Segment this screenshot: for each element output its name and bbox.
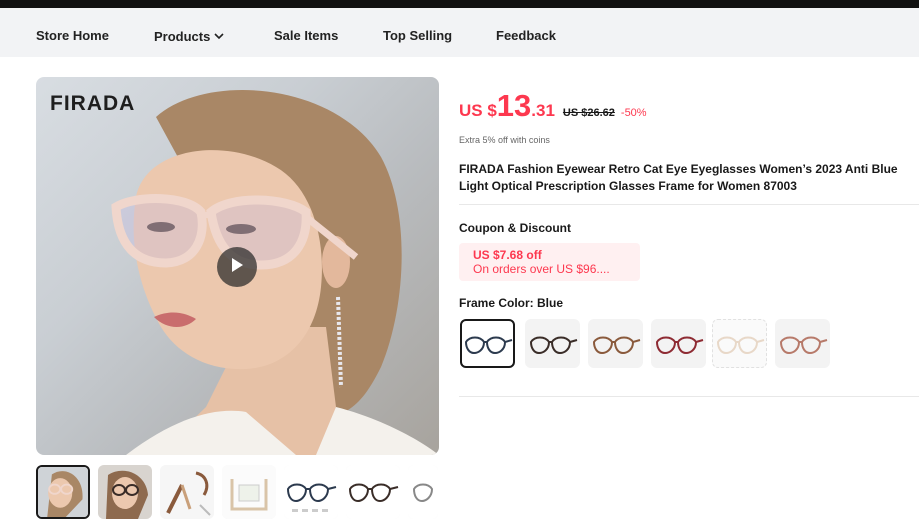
frame-color-swatch[interactable] xyxy=(712,319,767,368)
coins-note: Extra 5% off with coins xyxy=(459,135,550,145)
frame-color-swatch[interactable] xyxy=(588,319,643,368)
divider xyxy=(459,396,919,397)
nav-top-selling-label: Top Selling xyxy=(383,28,453,43)
nav-top-selling[interactable]: Top Selling xyxy=(383,28,452,43)
thumbnail-3[interactable] xyxy=(160,465,214,519)
glasses-frame-icon xyxy=(464,336,512,354)
chevron-down-icon xyxy=(214,28,224,43)
nav-store-home[interactable]: Store Home xyxy=(36,28,109,43)
price-row: US $13.31 US $26.62 -50% xyxy=(459,88,647,124)
coupon-heading: Coupon & Discount xyxy=(459,221,571,235)
glasses-frame-icon xyxy=(529,336,577,354)
frame-color-swatch[interactable] xyxy=(651,319,706,368)
nav-products[interactable]: Products xyxy=(154,28,224,44)
product-title: FIRADA Fashion Eyewear Retro Cat Eye Eye… xyxy=(459,162,898,193)
nav-sale-items[interactable]: Sale Items xyxy=(274,28,338,43)
thumbnail-7-partial[interactable] xyxy=(408,465,438,519)
price-integer: 13 xyxy=(496,88,532,123)
divider xyxy=(459,204,919,205)
thumbnail-frame-image xyxy=(346,465,400,519)
frame-color-swatch[interactable] xyxy=(525,319,580,368)
nav-products-label: Products xyxy=(154,29,211,44)
play-video-button[interactable] xyxy=(217,247,257,287)
discount-badge: -50% xyxy=(620,107,647,119)
thumbnail-model-image xyxy=(38,467,88,517)
frame-color-swatch[interactable] xyxy=(775,319,830,368)
glasses-frame-icon xyxy=(592,336,640,354)
glasses-frame-icon xyxy=(655,336,703,354)
main-product-image[interactable]: FIRADA xyxy=(36,77,439,455)
thumbnail-5[interactable] xyxy=(284,465,338,519)
thumbnail-4[interactable] xyxy=(222,465,276,519)
price-decimal: .31 xyxy=(531,101,555,120)
frame-color-heading: Frame Color: Blue xyxy=(459,296,564,310)
nav-feedback-label: Feedback xyxy=(496,28,556,43)
top-black-bar xyxy=(0,0,919,8)
nav-store-home-label: Store Home xyxy=(36,28,109,43)
coupon-card[interactable]: US $7.68 off On orders over US $96.... xyxy=(459,243,640,281)
price-currency: US $ xyxy=(459,101,497,120)
thumbnail-model-image xyxy=(98,465,152,519)
thumbnail-6[interactable] xyxy=(346,465,400,519)
thumbnail-frame-colors-image xyxy=(284,465,338,519)
nav-sale-items-label: Sale Items xyxy=(274,28,339,43)
frame-color-swatch[interactable] xyxy=(460,319,515,368)
glasses-frame-icon xyxy=(716,336,764,354)
thumbnail-1[interactable] xyxy=(36,465,90,519)
glasses-frame-icon xyxy=(779,336,827,354)
coupon-condition: On orders over US $96.... xyxy=(473,262,610,276)
thumbnail-frame-image xyxy=(408,465,438,519)
thumbnail-hinge-detail-image xyxy=(160,465,214,519)
play-icon xyxy=(230,257,244,278)
nav-feedback[interactable]: Feedback xyxy=(496,28,556,43)
original-price: US $26.62 xyxy=(562,107,615,119)
thumbnail-lens-image xyxy=(222,465,276,519)
store-nav-bar: Store Home Products Sale Items Top Selli… xyxy=(0,8,919,57)
thumbnail-2[interactable] xyxy=(98,465,152,519)
coupon-amount: US $7.68 off xyxy=(473,248,542,262)
brand-logo: FIRADA xyxy=(50,92,136,115)
